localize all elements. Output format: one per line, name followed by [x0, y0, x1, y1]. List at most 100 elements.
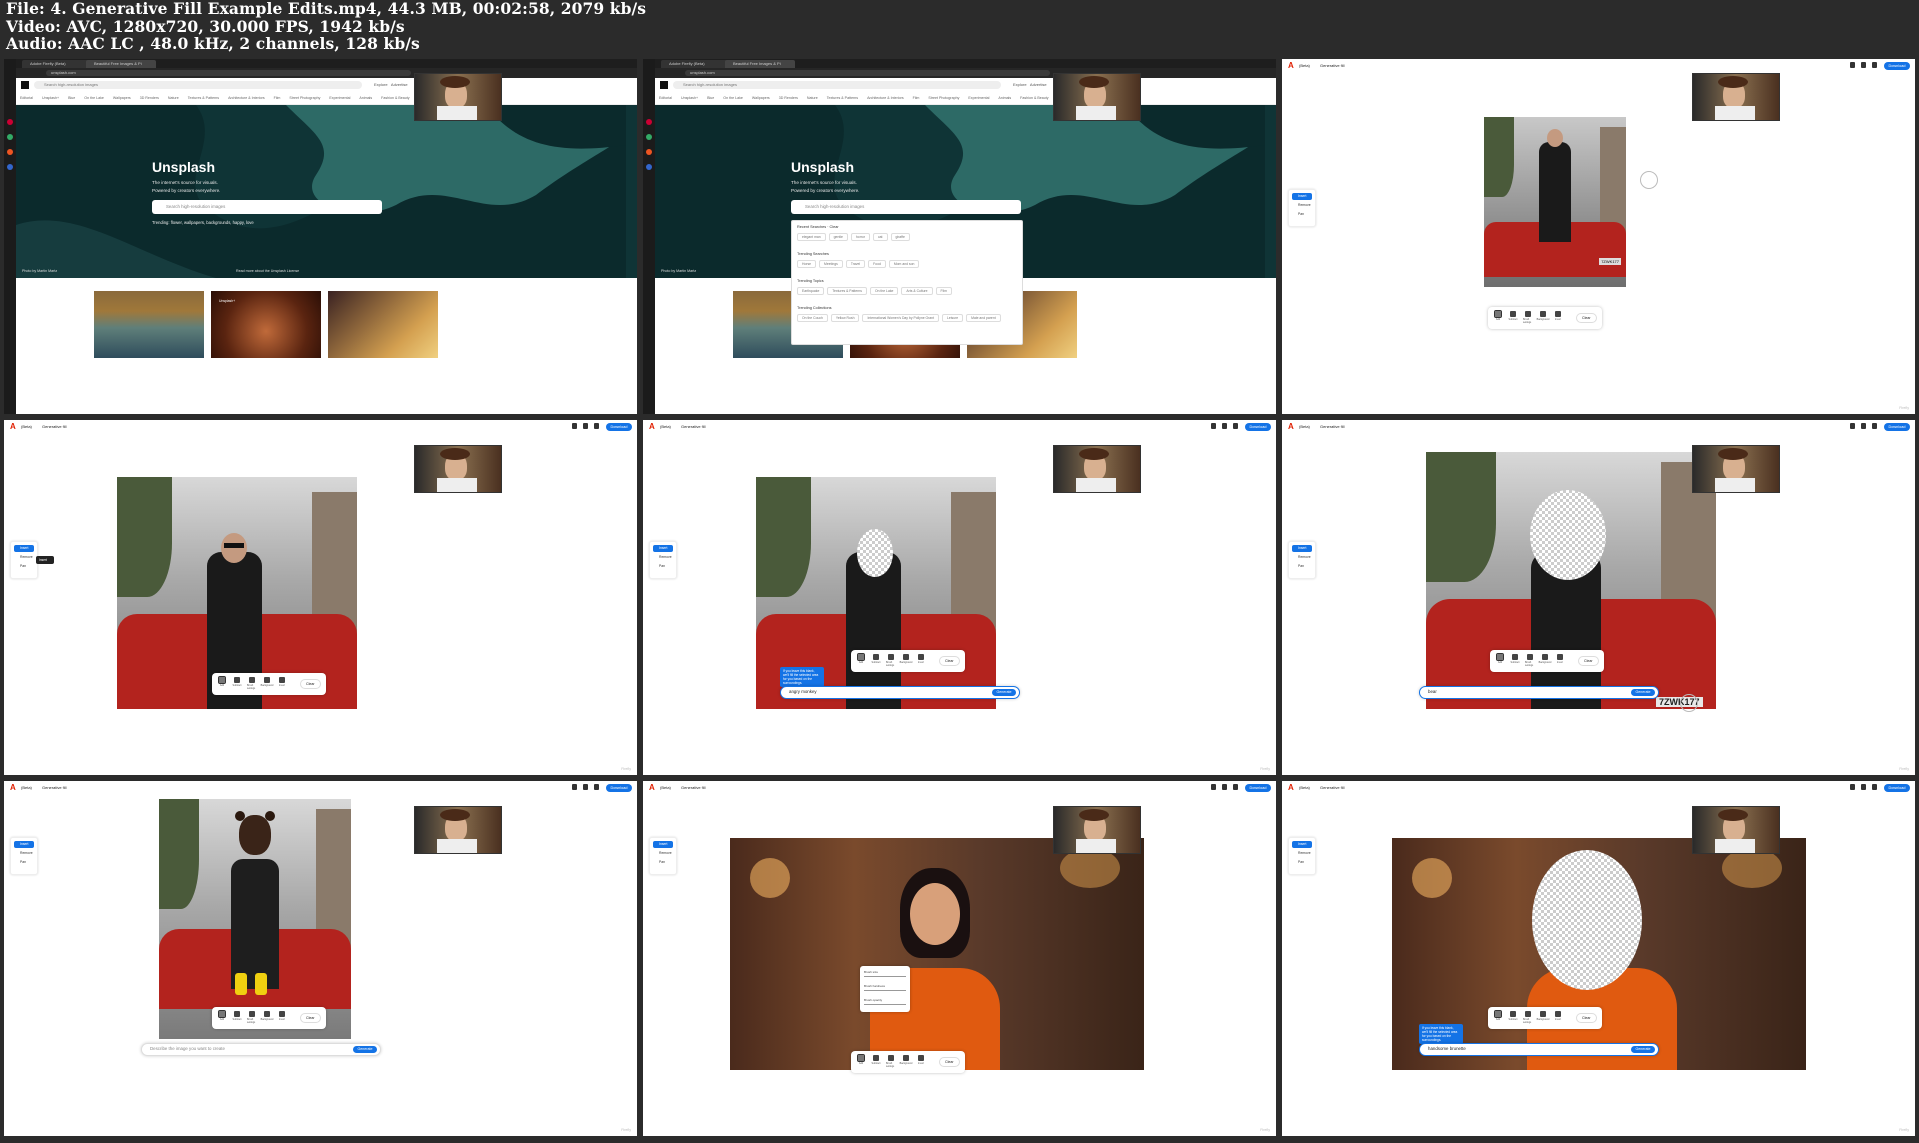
category-item[interactable]: On the Lake — [84, 96, 104, 100]
more-icon[interactable] — [1233, 423, 1238, 429]
photo-credit[interactable]: Photo by Martin Martz — [661, 269, 696, 273]
brush-opacity-slider[interactable] — [864, 1004, 906, 1005]
more-icon[interactable] — [594, 784, 599, 790]
invert-button[interactable]: Invert — [277, 1011, 287, 1025]
background-button[interactable]: Background — [261, 677, 273, 691]
category-item[interactable]: Blue — [68, 96, 75, 100]
grid-icon[interactable] — [1861, 62, 1866, 68]
unsplash-logo-icon[interactable] — [660, 81, 668, 89]
adobe-logo-icon[interactable]: A — [649, 423, 657, 431]
invert-button[interactable]: Invert — [1555, 654, 1565, 668]
download-button[interactable]: Download — [1245, 423, 1271, 431]
add-brush-button[interactable]: Add — [1495, 653, 1505, 668]
add-brush-button[interactable]: Add — [217, 1010, 227, 1025]
more-icon[interactable] — [1872, 62, 1877, 68]
user-icon[interactable] — [572, 423, 577, 429]
invert-button[interactable]: Invert — [916, 654, 926, 668]
brush-settings-button[interactable]: Brush settings — [1523, 1011, 1533, 1025]
background-button[interactable]: Background — [900, 1055, 912, 1069]
grid-icon[interactable] — [1861, 784, 1866, 790]
add-brush-button[interactable]: Add — [856, 1054, 866, 1069]
insert-tool[interactable]: Insert — [1292, 841, 1312, 848]
category-item[interactable]: On the Lake — [723, 96, 743, 100]
remove-tool[interactable]: Remove — [1292, 202, 1312, 209]
unsplash-logo-icon[interactable] — [21, 81, 29, 89]
category-item[interactable]: Experimental — [968, 96, 989, 100]
download-button[interactable]: Download — [606, 784, 632, 792]
user-icon[interactable] — [1211, 423, 1216, 429]
recent-chip[interactable]: cat — [872, 233, 888, 241]
category-item[interactable]: Animals — [359, 96, 372, 100]
insert-tool[interactable]: Insert — [653, 545, 673, 552]
invert-button[interactable]: Invert — [1553, 1011, 1563, 1025]
clear-button[interactable]: Clear — [300, 1013, 321, 1023]
adobe-logo-icon[interactable]: A — [1288, 423, 1296, 431]
invert-button[interactable]: Invert — [277, 677, 287, 691]
clear-button[interactable]: Clear — [939, 656, 960, 666]
invert-button[interactable]: Invert — [916, 1055, 926, 1069]
photo-credit[interactable]: Photo by Martin Martz — [22, 269, 57, 273]
grid-icon[interactable] — [1861, 423, 1866, 429]
top-search-input[interactable]: Search high-resolution images — [673, 81, 1001, 89]
category-item[interactable]: Editorial — [659, 96, 672, 100]
trending-chip[interactable]: Travel — [845, 260, 866, 268]
clear-button[interactable]: Clear — [939, 1057, 960, 1067]
add-brush-button[interactable]: Add — [1493, 310, 1503, 325]
license-link[interactable]: Read more about the Unsplash License — [236, 269, 299, 273]
invert-button[interactable]: Invert — [1553, 311, 1563, 325]
download-button[interactable]: Download — [1245, 784, 1271, 792]
topic-chip[interactable]: On the Lake — [869, 287, 899, 295]
add-brush-button[interactable]: Add — [217, 676, 227, 691]
user-icon[interactable] — [572, 784, 577, 790]
trending-chip[interactable]: Horse — [797, 260, 817, 268]
download-button[interactable]: Download — [1884, 62, 1910, 70]
url-field[interactable]: unsplash.com — [46, 70, 411, 76]
category-item[interactable]: Textures & Patterns — [188, 96, 219, 100]
category-item[interactable]: Textures & Patterns — [827, 96, 858, 100]
top-search-input[interactable]: Search high-resolution images — [34, 81, 362, 89]
adobe-logo-icon[interactable]: A — [1288, 784, 1296, 792]
recent-chip[interactable]: gentle — [828, 233, 848, 241]
brush-settings-button[interactable]: Brush settings — [886, 1055, 896, 1069]
collection-chip[interactable]: International Women's Day by Pollyne Gra… — [862, 314, 940, 322]
more-icon[interactable] — [594, 423, 599, 429]
background-button[interactable]: Background — [1537, 1011, 1549, 1025]
brush-settings-button[interactable]: Brush settings — [886, 654, 896, 668]
category-item[interactable]: Animals — [998, 96, 1011, 100]
clear-button[interactable]: Clear — [1576, 313, 1597, 323]
subtract-brush-button[interactable]: Subtract — [1508, 1011, 1518, 1025]
brush-settings-button[interactable]: Brush settings — [247, 1011, 257, 1025]
background-button[interactable]: Background — [1537, 311, 1549, 325]
subtract-brush-button[interactable]: Subtract — [871, 1055, 881, 1069]
subtract-brush-button[interactable]: Subtract — [232, 1011, 242, 1025]
grid-icon[interactable] — [583, 423, 588, 429]
clear-button[interactable]: Clear — [1578, 656, 1599, 666]
topic-chip[interactable]: Arts & Culture — [901, 287, 933, 295]
download-button[interactable]: Download — [1884, 784, 1910, 792]
remove-tool[interactable]: Remove — [1292, 554, 1312, 561]
brush-hardness-slider[interactable] — [864, 990, 906, 991]
download-button[interactable]: Download — [1884, 423, 1910, 431]
remove-tool[interactable]: Remove — [14, 850, 34, 857]
hero-search-input[interactable]: Search high-resolution images — [791, 200, 1021, 214]
generate-button[interactable]: Generate — [1631, 1046, 1655, 1053]
canvas-photo[interactable] — [730, 838, 1144, 1070]
user-icon[interactable] — [1850, 784, 1855, 790]
remove-tool[interactable]: Remove — [653, 554, 673, 561]
category-item[interactable]: Blue — [707, 96, 714, 100]
adobe-logo-icon[interactable]: A — [649, 784, 657, 792]
insert-tool[interactable]: Insert — [1292, 193, 1312, 200]
remove-tool[interactable]: Remove — [14, 554, 34, 561]
advertise-link[interactable]: Advertise — [391, 82, 408, 87]
tab-firefly[interactable]: Adobe Firefly (Beta) — [661, 60, 729, 68]
generate-button[interactable]: Generate — [353, 1046, 377, 1053]
category-item[interactable]: Fashion & Beauty — [381, 96, 409, 100]
subtract-brush-button[interactable]: Subtract — [871, 654, 881, 668]
clear-button[interactable]: Clear — [1576, 1013, 1597, 1023]
category-item[interactable]: Architecture & Interiors — [867, 96, 904, 100]
tab-unsplash[interactable]: Beautiful Free Images & Pi — [86, 60, 156, 68]
topic-chip[interactable]: Film — [935, 287, 952, 295]
insert-tool[interactable]: Insert — [14, 841, 34, 848]
remove-tool[interactable]: Remove — [1292, 850, 1312, 857]
grid-icon[interactable] — [583, 784, 588, 790]
